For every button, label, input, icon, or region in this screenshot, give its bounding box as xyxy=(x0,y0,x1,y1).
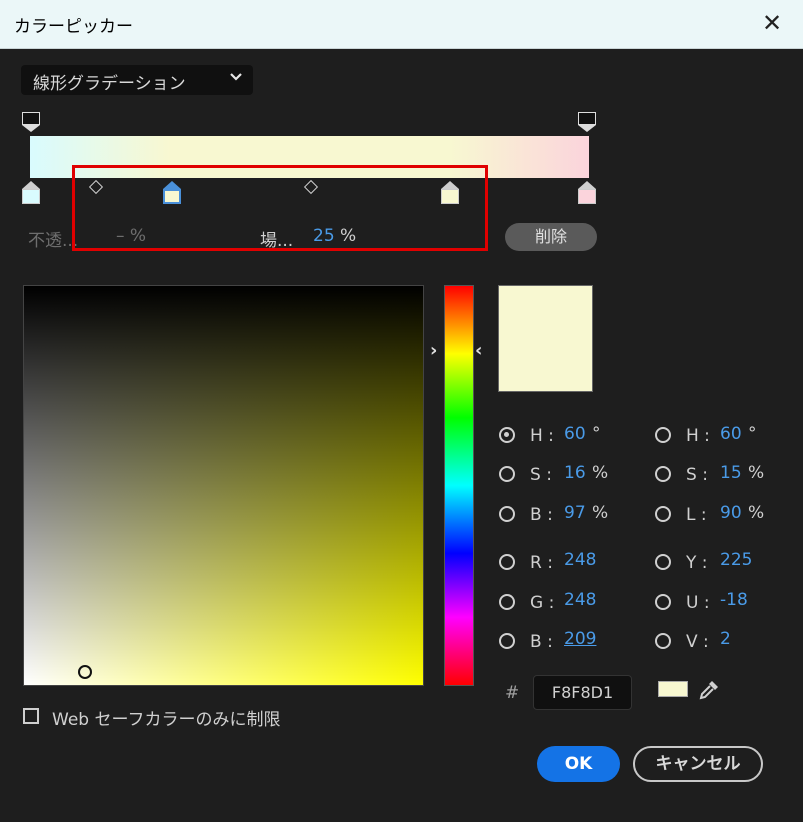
hsl-s-unit: % xyxy=(748,463,765,483)
hsb-s-unit: % xyxy=(592,463,609,483)
opacity-stop-left[interactable] xyxy=(22,112,40,132)
hsb-h-unit: ° xyxy=(592,424,601,444)
hsb-b-radio[interactable] xyxy=(499,506,515,522)
rgb-r-radio[interactable] xyxy=(499,554,515,570)
hsb-s-label: S : xyxy=(530,465,552,485)
yuv-y-radio[interactable] xyxy=(655,554,671,570)
hsl-s-value[interactable]: 15 xyxy=(720,463,742,483)
color-field-cursor[interactable] xyxy=(78,665,92,679)
hex-hash-label: # xyxy=(505,683,520,703)
hue-slider-left-arrow-icon[interactable]: › xyxy=(430,340,437,361)
rgb-b-radio[interactable] xyxy=(499,633,515,649)
eyedropper-icon[interactable] xyxy=(697,678,721,706)
color-stop-3[interactable] xyxy=(578,181,596,205)
color-stop-0[interactable] xyxy=(22,181,40,205)
hsb-s-value[interactable]: 16 xyxy=(564,463,586,483)
yuv-v-radio[interactable] xyxy=(655,633,671,649)
gradient-type-dropdown[interactable]: 線形グラデーション xyxy=(21,65,253,95)
opacity-label: 不透... xyxy=(28,231,79,251)
hsb-b-unit: % xyxy=(592,503,609,523)
window-title: カラーピッカー xyxy=(14,17,133,37)
hsl-s-radio[interactable] xyxy=(655,466,671,482)
hsb-b-value[interactable]: 97 xyxy=(564,503,586,523)
hsl-h-value[interactable]: 60 xyxy=(720,424,742,444)
hsb-b-label: B : xyxy=(530,505,553,525)
rgb-r-label: R : xyxy=(530,553,553,573)
yuv-y-value[interactable]: 225 xyxy=(720,550,752,570)
rgb-g-value[interactable]: 248 xyxy=(564,590,596,610)
hsl-l-radio[interactable] xyxy=(655,506,671,522)
hsb-h-radio[interactable] xyxy=(499,427,515,443)
yuv-u-radio[interactable] xyxy=(655,594,671,610)
websafe-checkbox[interactable] xyxy=(23,708,39,724)
hsb-h-row xyxy=(499,427,515,443)
hsb-s-radio[interactable] xyxy=(499,466,515,482)
color-field[interactable] xyxy=(23,285,424,686)
opacity-stop-right[interactable] xyxy=(578,112,596,132)
chevron-down-icon xyxy=(229,69,243,88)
hsl-s-label: S : xyxy=(686,465,708,485)
rgb-g-label: G : xyxy=(530,593,555,613)
hsl-l-label: L : xyxy=(686,505,707,525)
delete-stop-button[interactable]: 削除 xyxy=(505,223,597,251)
hex-input[interactable]: F8F8D1 xyxy=(533,675,632,710)
yuv-u-value[interactable]: -18 xyxy=(720,590,748,610)
hsl-l-value[interactable]: 90 xyxy=(720,503,742,523)
hsb-h-label: H : xyxy=(530,426,554,446)
hsl-h-label: H : xyxy=(686,426,710,446)
hue-slider[interactable] xyxy=(444,285,474,686)
hsl-h-radio[interactable] xyxy=(655,427,671,443)
rgb-r-value[interactable]: 248 xyxy=(564,550,596,570)
yuv-y-label: Y : xyxy=(686,553,708,573)
small-color-swatch xyxy=(658,681,688,697)
ok-button[interactable]: OK xyxy=(537,746,620,782)
yuv-v-label: V : xyxy=(686,632,709,652)
close-icon[interactable]: ✕ xyxy=(757,8,787,38)
highlight-annotation-box xyxy=(72,165,488,251)
websafe-label: Web セーフカラーのみに制限 xyxy=(52,710,281,730)
gradient-type-value: 線形グラデーション xyxy=(33,74,186,94)
hsl-l-unit: % xyxy=(748,503,765,523)
yuv-u-label: U : xyxy=(686,593,710,613)
hsl-h-unit: ° xyxy=(748,424,757,444)
current-color-swatch xyxy=(498,285,593,392)
hsb-h-value[interactable]: 60 xyxy=(564,424,586,444)
rgb-b-value[interactable]: 209 xyxy=(564,629,596,649)
cancel-button[interactable]: キャンセル xyxy=(633,746,763,782)
hue-slider-right-arrow-icon[interactable]: ‹ xyxy=(475,340,482,361)
yuv-v-value[interactable]: 2 xyxy=(720,629,731,649)
rgb-g-radio[interactable] xyxy=(499,594,515,610)
rgb-b-label: B : xyxy=(530,632,553,652)
